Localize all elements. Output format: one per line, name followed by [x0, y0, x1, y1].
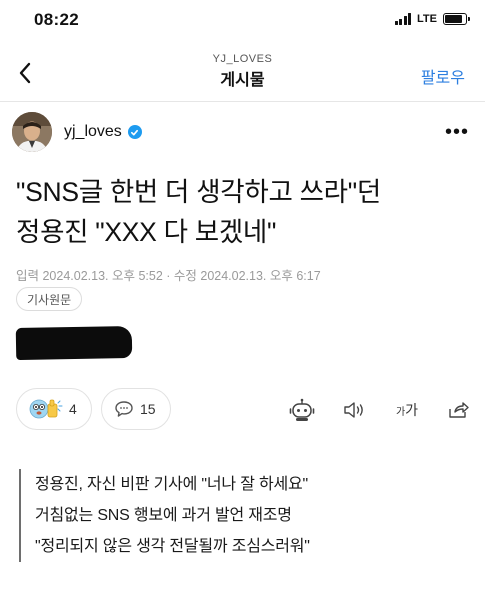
redacted-author-block: [15, 325, 133, 361]
comment-bubble-icon: [115, 401, 133, 417]
font-size-icon: 가가: [396, 400, 418, 420]
emoji-reaction-icon: [29, 399, 63, 419]
reaction-button[interactable]: 4: [16, 388, 92, 430]
battery-level-fill: [445, 15, 462, 23]
font-size-small-glyph: 가: [395, 407, 406, 418]
summary-line: 거침없는 SNS 행보에 과거 발언 재조명: [35, 507, 292, 524]
profile-username-group[interactable]: yj_loves: [64, 123, 142, 141]
headline-line: 정용진 "XXX 다 보겠네": [16, 217, 277, 247]
nav-bar: YJ_LOVES 게시물 팔로우: [0, 44, 485, 102]
follow-button[interactable]: 팔로우: [421, 64, 465, 88]
ai-summary-button[interactable]: [288, 396, 316, 424]
font-size-large-glyph: 가: [405, 402, 419, 418]
nav-title-group: YJ_LOVES 게시물: [0, 53, 485, 90]
profile-username: yj_loves: [64, 123, 122, 140]
speaker-icon: [344, 402, 363, 418]
signal-strength-icon: [394, 13, 412, 25]
robot-summary-icon: [289, 398, 315, 421]
reaction-count: 4: [69, 401, 77, 417]
summary-line: 정용진, 자신 비판 기사에 "너나 잘 하세요": [35, 476, 308, 493]
network-type: LTE: [417, 13, 437, 25]
more-horizontal-icon: •••: [444, 121, 469, 143]
summary-line: "정리되지 않은 생각 전달될까 조심스러워": [35, 538, 310, 555]
comment-count: 15: [140, 401, 156, 417]
comments-button[interactable]: 15: [101, 388, 171, 430]
article-actions: 4 15 가가: [0, 384, 485, 434]
font-size-button[interactable]: 가가: [390, 396, 424, 424]
headline-line: "SNS글 한번 더 생각하고 쓰라"던: [16, 177, 381, 207]
nav-title: 게시물: [220, 72, 265, 89]
text-to-speech-button[interactable]: [340, 396, 368, 424]
nav-subtitle: YJ_LOVES: [212, 53, 273, 65]
share-icon: [449, 402, 469, 418]
avatar[interactable]: [12, 112, 52, 152]
article-summary: 정용진, 자신 비판 기사에 "너나 잘 하세요" 거침없는 SNS 행보에 과…: [19, 469, 459, 562]
battery-icon: [443, 13, 470, 25]
article-headline: "SNS글 한번 더 생각하고 쓰라"던 정용진 "XXX 다 보겠네": [16, 172, 476, 252]
verified-badge-icon: [127, 125, 142, 139]
more-options-button[interactable]: •••: [445, 122, 469, 142]
article-dateline: 입력 2024.02.13. 오후 5:52 · 수정 2024.02.13. …: [16, 269, 321, 283]
status-bar: 08:22 LTE: [0, 0, 485, 44]
avatar-image: [12, 112, 52, 152]
share-button[interactable]: [444, 396, 472, 424]
profile-row: yj_loves •••: [0, 112, 485, 156]
nav-divider: [0, 101, 485, 102]
original-article-button[interactable]: 기사원문: [16, 287, 83, 311]
status-indicators: LTE: [394, 13, 470, 25]
status-time: 08:22: [34, 10, 79, 29]
